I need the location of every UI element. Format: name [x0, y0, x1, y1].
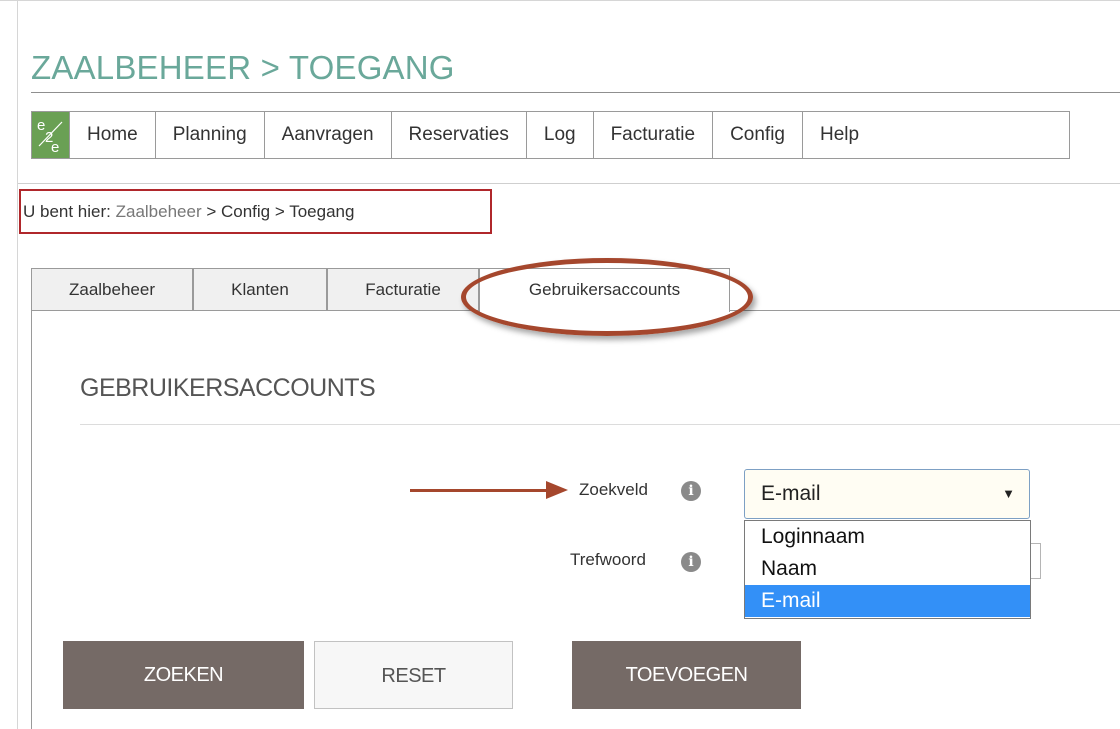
zoekveld-dropdown-list: Loginnaam Naam E-mail — [744, 520, 1031, 619]
reset-button[interactable]: RESET — [314, 641, 513, 709]
breadcrumb-link-zaalbeheer[interactable]: Zaalbeheer — [116, 202, 202, 221]
tab-klanten[interactable]: Klanten — [193, 268, 327, 310]
main-nav: e 2 e Home Planning Aanvragen Reservatie… — [31, 111, 1070, 159]
page-frame-left — [17, 0, 18, 729]
title-divider — [31, 92, 1120, 93]
nav-home[interactable]: Home — [70, 112, 156, 158]
breadcrumb-current: Toegang — [289, 202, 355, 221]
option-loginnaam[interactable]: Loginnaam — [745, 521, 1030, 553]
arrow-head — [546, 481, 568, 499]
arrow-right-icon — [410, 489, 550, 492]
svg-text:e: e — [51, 139, 59, 154]
nav-log[interactable]: Log — [527, 112, 594, 158]
info-icon[interactable]: i — [681, 481, 701, 501]
nav-reservaties[interactable]: Reservaties — [392, 112, 527, 158]
breadcrumb-separator: > — [270, 202, 290, 221]
section-divider — [80, 424, 1120, 425]
panel-border — [31, 310, 32, 729]
breadcrumb-link-config[interactable]: Config — [221, 202, 270, 221]
tab-gebruikersaccounts[interactable]: Gebruikersaccounts — [479, 268, 730, 312]
nav-planning[interactable]: Planning — [156, 112, 265, 158]
chevron-down-icon: ▼ — [1002, 486, 1015, 501]
add-button[interactable]: TOEVOEGEN — [572, 641, 801, 709]
zoekveld-label: Zoekveld — [579, 480, 648, 499]
trefwoord-label: Trefwoord — [570, 550, 646, 569]
breadcrumb-separator: > — [201, 202, 221, 221]
nav-aanvragen[interactable]: Aanvragen — [265, 112, 392, 158]
zoekveld-select[interactable]: E-mail ▼ — [744, 469, 1030, 519]
option-email[interactable]: E-mail — [745, 585, 1030, 617]
tab-facturatie[interactable]: Facturatie — [327, 268, 479, 310]
search-button[interactable]: ZOEKEN — [63, 641, 304, 709]
page-frame-top — [0, 0, 1120, 1]
nav-help[interactable]: Help — [803, 112, 876, 158]
section-heading: GEBRUIKERSACCOUNTS — [80, 374, 376, 402]
tab-zaalbeheer[interactable]: Zaalbeheer — [31, 268, 193, 310]
info-icon[interactable]: i — [681, 552, 701, 572]
nav-config[interactable]: Config — [713, 112, 803, 158]
page-title: ZAALBEHEER > TOEGANG — [31, 49, 455, 86]
nav-divider — [18, 183, 1120, 184]
nav-facturatie[interactable]: Facturatie — [594, 112, 714, 158]
zoekveld-selected-value: E-mail — [761, 482, 821, 505]
e2e-logo[interactable]: e 2 e — [32, 112, 70, 158]
breadcrumb-prefix: U bent hier: — [23, 202, 116, 221]
option-naam[interactable]: Naam — [745, 553, 1030, 585]
breadcrumb: U bent hier: Zaalbeheer > Config > Toega… — [19, 189, 492, 234]
